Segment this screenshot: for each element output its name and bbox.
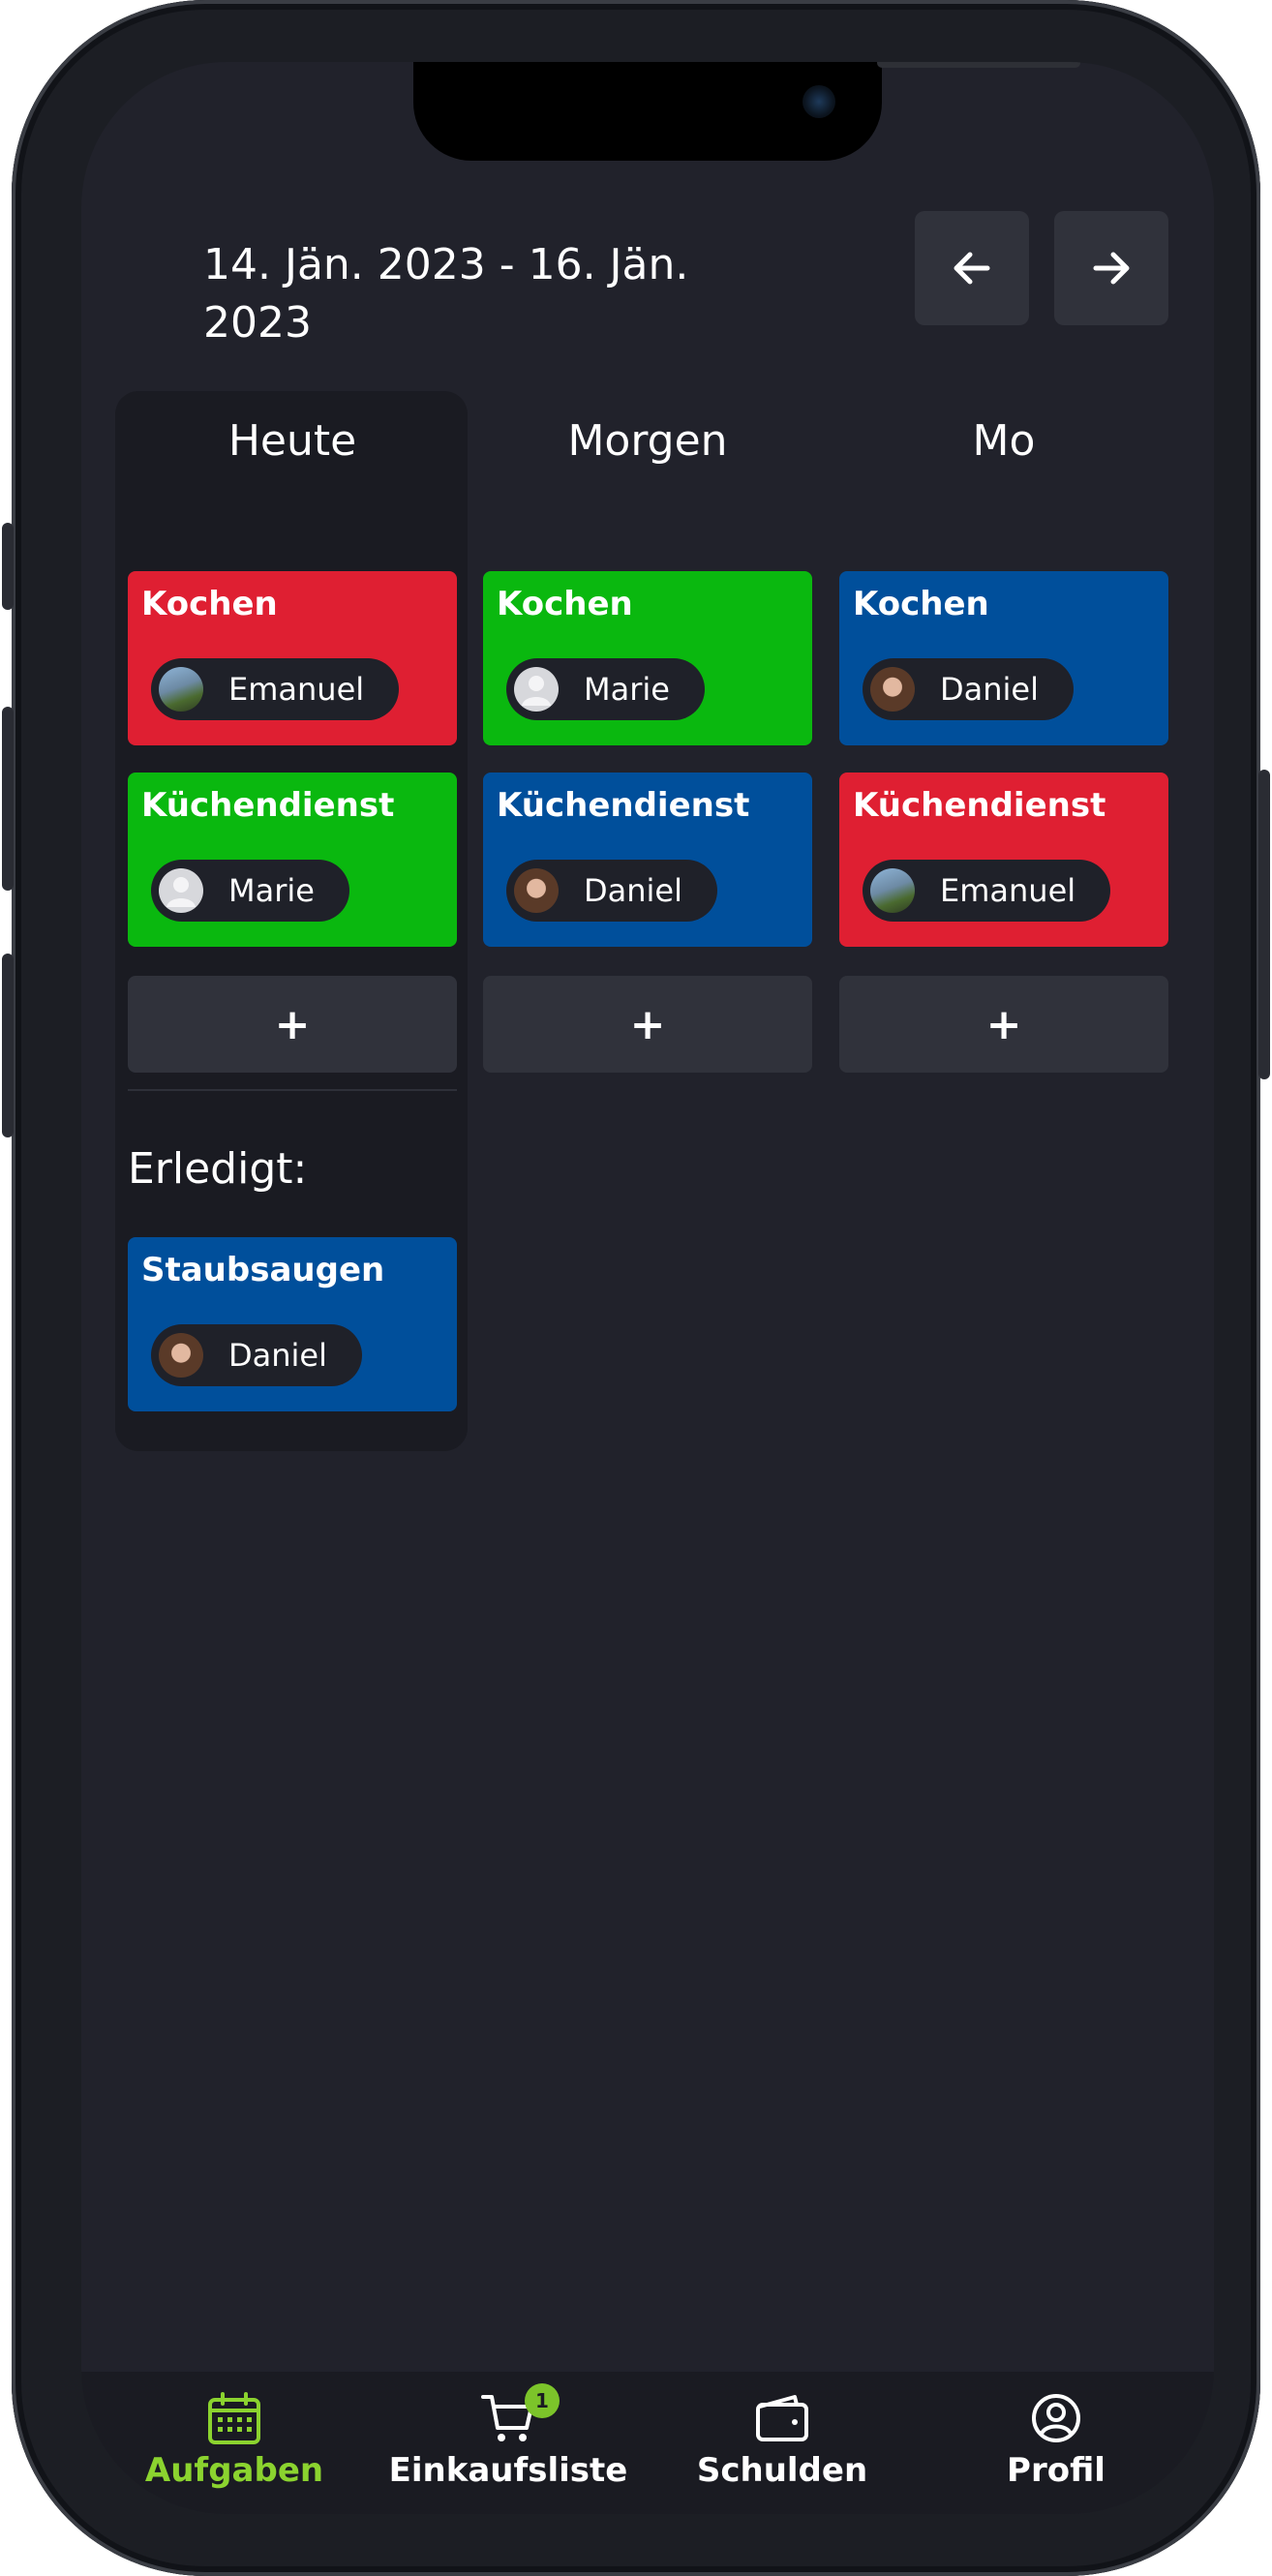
- tab-label: Profil: [1007, 2451, 1105, 2490]
- notch: [413, 62, 1080, 161]
- day-header: Morgen: [567, 416, 728, 466]
- front-camera: [803, 85, 835, 118]
- add-task-button[interactable]: +: [483, 976, 812, 1073]
- day-column-monday: Mo Kochen Daniel Küchendienst Emanuel +: [839, 391, 1168, 1073]
- assignee-name: Daniel: [584, 872, 682, 909]
- tab-label: Einkaufsliste: [388, 2451, 628, 2490]
- task-card[interactable]: Küchendienst Emanuel: [839, 773, 1168, 947]
- add-task-button[interactable]: +: [128, 976, 457, 1073]
- mute-switch: [2, 523, 14, 610]
- volume-up-button: [2, 707, 14, 891]
- date-range-title: 14. Jän. 2023 - 16. Jän. 2023: [203, 240, 689, 348]
- day-column-today: Heute Kochen Emanuel Küchendienst Marie …: [128, 391, 457, 1073]
- avatar: [514, 868, 559, 913]
- previous-week-button[interactable]: [915, 211, 1029, 325]
- assignee-chip[interactable]: Marie: [151, 860, 349, 922]
- default-avatar-icon: [514, 667, 559, 712]
- task-card[interactable]: Kochen Marie: [483, 571, 812, 745]
- avatar: [870, 868, 915, 913]
- tab-label: Aufgaben: [144, 2451, 324, 2490]
- done-section-label: Erledigt:: [128, 1144, 308, 1194]
- assignee-chip[interactable]: Daniel: [151, 1324, 362, 1386]
- day-header: Heute: [227, 416, 357, 466]
- avatar: [870, 667, 915, 712]
- tab-label: Schulden: [696, 2451, 868, 2490]
- assignee-chip[interactable]: Daniel: [863, 658, 1074, 720]
- calendar-icon: [208, 2392, 260, 2444]
- app-screen: 14. Jän. 2023 - 16. Jän. 2023 Heute Koch…: [81, 62, 1214, 2514]
- task-card[interactable]: Küchendienst Daniel: [483, 773, 812, 947]
- day-column-tomorrow: Morgen Kochen Marie Küchendienst Daniel …: [483, 391, 812, 1073]
- assignee-chip[interactable]: Marie: [506, 658, 705, 720]
- arrow-right-icon: [1093, 252, 1130, 285]
- task-title: Küchendienst: [141, 786, 395, 825]
- assignee-name: Emanuel: [228, 671, 365, 708]
- assignee-name: Daniel: [940, 671, 1039, 708]
- bottom-tab-bar: Aufgaben 1 Einkaufsliste Schulden Profil: [81, 2372, 1214, 2514]
- task-card[interactable]: Kochen Emanuel: [128, 571, 457, 745]
- cart-count-badge: 1: [525, 2383, 560, 2418]
- assignee-name: Marie: [228, 872, 315, 909]
- arrow-left-icon: [954, 252, 990, 285]
- next-week-button[interactable]: [1054, 211, 1168, 325]
- done-task-card[interactable]: Staubsaugen Daniel: [128, 1237, 457, 1411]
- assignee-name: Marie: [584, 671, 670, 708]
- tab-profil[interactable]: Profil: [921, 2389, 1192, 2490]
- divider: [128, 1089, 457, 1091]
- task-title: Staubsaugen: [141, 1251, 385, 1289]
- add-task-button[interactable]: +: [839, 976, 1168, 1073]
- volume-down-button: [2, 954, 14, 1137]
- speaker-grille: [877, 62, 1080, 68]
- avatar: [159, 667, 203, 712]
- task-title: Küchendienst: [497, 786, 750, 825]
- task-title: Küchendienst: [853, 786, 1106, 825]
- phone-frame: 14. Jän. 2023 - 16. Jän. 2023 Heute Koch…: [2, 0, 1270, 2576]
- profile-icon: [1032, 2394, 1080, 2442]
- avatar: [159, 1333, 203, 1378]
- assignee-name: Emanuel: [940, 872, 1076, 909]
- assignee-name: Daniel: [228, 1337, 327, 1374]
- tab-aufgaben[interactable]: Aufgaben: [99, 2389, 370, 2490]
- tab-einkaufsliste[interactable]: 1 Einkaufsliste: [373, 2383, 644, 2490]
- task-title: Kochen: [497, 585, 633, 623]
- tab-schulden[interactable]: Schulden: [647, 2389, 918, 2490]
- task-title: Kochen: [141, 585, 278, 623]
- assignee-chip[interactable]: Emanuel: [863, 860, 1111, 922]
- day-header: Mo: [972, 416, 1036, 466]
- task-title: Kochen: [853, 585, 989, 623]
- wallet-icon: [756, 2395, 808, 2441]
- assignee-chip[interactable]: Emanuel: [151, 658, 400, 720]
- task-card[interactable]: Küchendienst Marie: [128, 773, 457, 947]
- task-card[interactable]: Kochen Daniel: [839, 571, 1168, 745]
- assignee-chip[interactable]: Daniel: [506, 860, 717, 922]
- power-button: [1258, 770, 1270, 1079]
- default-avatar-icon: [159, 868, 203, 913]
